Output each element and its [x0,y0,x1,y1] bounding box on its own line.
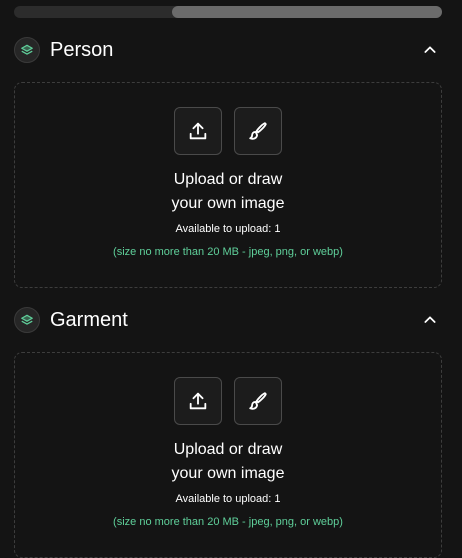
paintbrush-icon [249,122,267,140]
chevron-up-icon[interactable] [418,38,442,62]
dropzone-title-line1: Upload or draw [173,441,283,458]
size-note: (size no more than 20 MB - jpeg, png, or… [113,246,343,258]
draw-button[interactable] [234,107,282,155]
layers-icon [14,307,40,333]
person-section-title: Person [50,39,114,61]
garment-section-header[interactable]: Garment [14,305,442,335]
available-to-upload: Available to upload: 1 [175,223,281,235]
draw-button[interactable] [234,377,282,425]
person-dropzone[interactable]: Upload or draw your own image Available … [14,82,442,288]
dropzone-title-line1: Upload or draw [173,171,283,188]
upload-icon [189,122,207,140]
garment-section-title: Garment [50,309,128,331]
garment-dropzone[interactable]: Upload or draw your own image Available … [14,352,442,558]
upload-icon [189,392,207,410]
available-to-upload: Available to upload: 1 [175,493,281,505]
paintbrush-icon [249,392,267,410]
scrollbar-thumb[interactable] [172,6,442,18]
size-note: (size no more than 20 MB - jpeg, png, or… [113,516,343,528]
upload-button[interactable] [174,107,222,155]
layers-icon [14,37,40,63]
person-section-header[interactable]: Person [14,35,442,65]
horizontal-scrollbar[interactable] [14,6,442,18]
dropzone-title-line2: your own image [171,195,285,212]
dropzone-title: Upload or draw your own image [15,438,441,486]
upload-button[interactable] [174,377,222,425]
chevron-up-icon[interactable] [418,308,442,332]
dropzone-title-line2: your own image [171,465,285,482]
dropzone-title: Upload or draw your own image [15,168,441,216]
